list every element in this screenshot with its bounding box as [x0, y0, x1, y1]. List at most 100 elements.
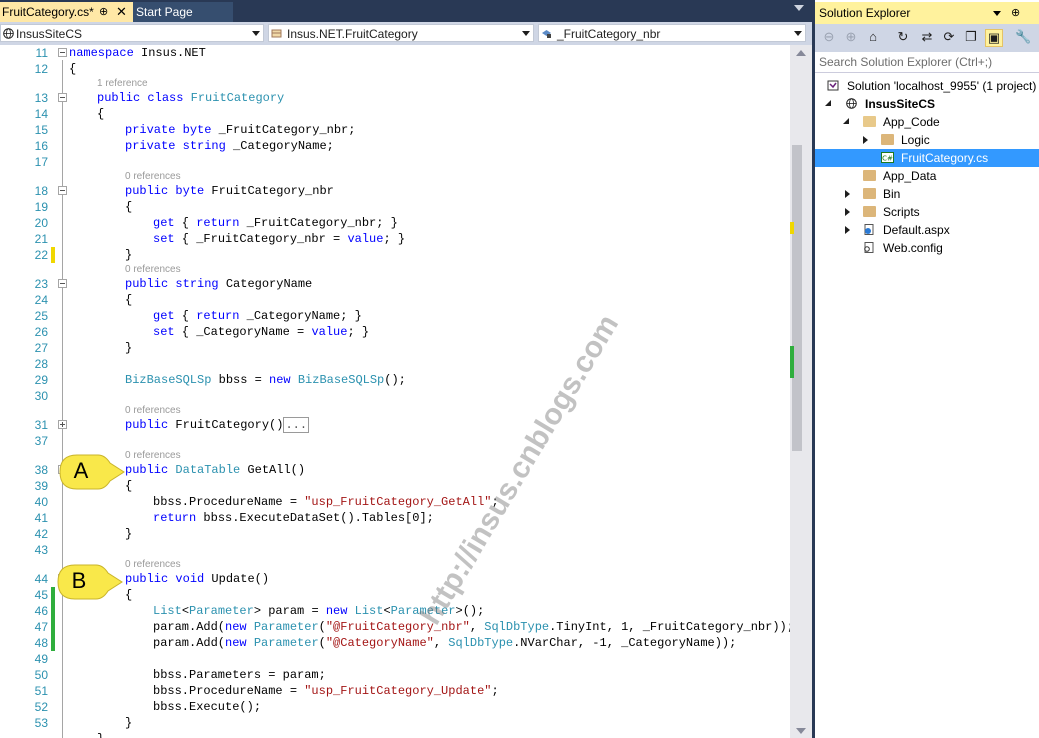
solution-explorer-title-bar: Solution Explorer ⊕: [815, 2, 1039, 24]
history-icon[interactable]: ↻: [895, 29, 911, 45]
scroll-up-icon[interactable]: [796, 50, 806, 56]
expanded-arrow-icon[interactable]: [843, 118, 849, 124]
show-all-files-icon[interactable]: ▣: [985, 29, 1003, 47]
close-icon[interactable]: ✕: [116, 2, 127, 22]
member-dropdown[interactable]: _FruitCategory_nbr: [538, 24, 806, 42]
line-number: 53: [34, 716, 48, 730]
tab-fruitcategory[interactable]: FruitCategory.cs* ⊕ ✕: [0, 2, 133, 22]
pin-icon[interactable]: ⊕: [99, 2, 108, 22]
code-token: CategoryName: [218, 277, 313, 291]
code-token: private: [125, 123, 176, 137]
project-dropdown-value: InsusSiteCS: [16, 27, 83, 41]
scroll-down-icon[interactable]: [796, 728, 806, 734]
code-line: 19 {: [0, 199, 790, 215]
tab-list-dropdown-icon[interactable]: [794, 5, 804, 11]
tab-start-page[interactable]: Start Page: [133, 2, 233, 22]
tree-node-scripts[interactable]: Scripts: [815, 203, 1039, 221]
line-number: 27: [34, 341, 48, 355]
collapse-icon[interactable]: [58, 93, 67, 102]
line-number: 52: [34, 700, 48, 714]
codelens-reference[interactable]: 0 references: [125, 559, 181, 571]
collapsed-arrow-icon[interactable]: [845, 208, 850, 216]
code-token: ();: [384, 373, 406, 387]
code-line: 22 }: [0, 247, 790, 263]
expand-icon[interactable]: [58, 420, 67, 429]
code-line: 17: [0, 154, 790, 170]
tree-node-label: FruitCategory.cs: [901, 151, 989, 165]
solution-explorer-search-input[interactable]: Search Solution Explorer (Ctrl+;): [815, 52, 1039, 73]
code-token: ,: [433, 636, 449, 650]
code-token: public: [125, 463, 169, 477]
sync-icon[interactable]: ⇄: [919, 29, 935, 45]
home-icon[interactable]: ⌂: [865, 29, 881, 45]
scrollbar-thumb[interactable]: [792, 145, 802, 451]
codelens-reference[interactable]: 0 references: [125, 405, 181, 417]
project-dropdown[interactable]: InsusSiteCS: [0, 24, 264, 42]
collapse-icon[interactable]: [58, 279, 67, 288]
collapse-all-icon[interactable]: ❐: [963, 29, 979, 45]
code-token: Parameter: [189, 604, 254, 618]
code-line: 43: [0, 542, 790, 558]
back-icon[interactable]: ⊖: [821, 29, 837, 45]
tree-node-web-config[interactable]: Web.config: [815, 239, 1039, 257]
line-number: 44: [34, 572, 48, 586]
folder-icon: [863, 170, 876, 181]
codelens-reference[interactable]: 0 references: [125, 450, 181, 462]
code-token: Parameter: [390, 604, 456, 618]
code-line: 50 bbss.Parameters = param;: [0, 667, 790, 683]
code-editor[interactable]: 11 namespace Insus.NET 12 { 1 reference …: [0, 45, 790, 738]
code-token: return: [196, 216, 240, 230]
codelens-reference[interactable]: 0 references: [125, 171, 181, 183]
code-token: FruitCategory: [190, 91, 285, 105]
code-token: {: [174, 216, 197, 230]
code-token: Parameter: [253, 636, 319, 650]
refresh-icon[interactable]: ⟳: [941, 29, 957, 45]
line-number: 42: [34, 527, 48, 541]
code-token: ; }: [383, 232, 406, 246]
private-field-icon: [542, 30, 551, 38]
code-token: BizBaseSQLSp: [125, 373, 212, 387]
code-token: string: [175, 277, 219, 291]
tree-node-label: Logic: [901, 133, 930, 147]
codelens-reference[interactable]: 0 references: [125, 264, 181, 276]
code-line: 52 bbss.Execute();: [0, 699, 790, 715]
class-dropdown[interactable]: Insus.NET.FruitCategory: [268, 24, 534, 42]
editor-scrollbar[interactable]: [790, 45, 812, 738]
line-number: 45: [34, 588, 48, 602]
code-token: {: [125, 588, 133, 602]
tree-node-app-data[interactable]: App_Data: [815, 167, 1039, 185]
tree-node-solution[interactable]: Solution 'localhost_9955' (1 project): [815, 77, 1039, 95]
line-number: 13: [34, 91, 48, 105]
tree-node-default-aspx[interactable]: Default.aspx: [815, 221, 1039, 239]
collapsed-region-button[interactable]: ...: [283, 417, 310, 433]
code-token: }: [125, 248, 133, 262]
folder-open-icon: [863, 116, 876, 127]
collapsed-arrow-icon[interactable]: [845, 226, 850, 234]
line-number: 48: [34, 636, 48, 650]
pin-icon[interactable]: ⊕: [1011, 2, 1020, 24]
code-line: 23 public string CategoryName: [0, 276, 790, 292]
collapsed-arrow-icon[interactable]: [863, 136, 868, 144]
tree-node-project[interactable]: InsusSiteCS: [815, 95, 1039, 113]
solution-icon: [827, 80, 839, 91]
line-number: 38: [34, 463, 48, 477]
chevron-down-icon[interactable]: [993, 11, 1001, 16]
tab-label: Start Page: [136, 5, 193, 19]
code-token: param =: [261, 604, 326, 618]
codelens-reference[interactable]: 1 reference: [97, 78, 148, 90]
code-line: 47 param.Add(new Parameter("@FruitCatego…: [0, 619, 790, 635]
collapse-icon[interactable]: [58, 186, 67, 195]
code-token: {: [125, 200, 133, 214]
tree-node-logic[interactable]: Logic: [815, 131, 1039, 149]
properties-icon[interactable]: 🔧: [1015, 29, 1031, 45]
forward-icon[interactable]: ⊕: [843, 29, 859, 45]
collapsed-arrow-icon[interactable]: [845, 190, 850, 198]
expanded-arrow-icon[interactable]: [825, 100, 831, 106]
tree-node-fruitcategory[interactable]: C# FruitCategory.cs: [815, 149, 1039, 167]
line-number: 17: [34, 155, 48, 169]
collapse-icon[interactable]: [58, 48, 67, 57]
tree-node-app-code[interactable]: App_Code: [815, 113, 1039, 131]
code-token: public: [125, 277, 169, 291]
tree-node-bin[interactable]: Bin: [815, 185, 1039, 203]
code-token: namespace: [69, 46, 134, 60]
